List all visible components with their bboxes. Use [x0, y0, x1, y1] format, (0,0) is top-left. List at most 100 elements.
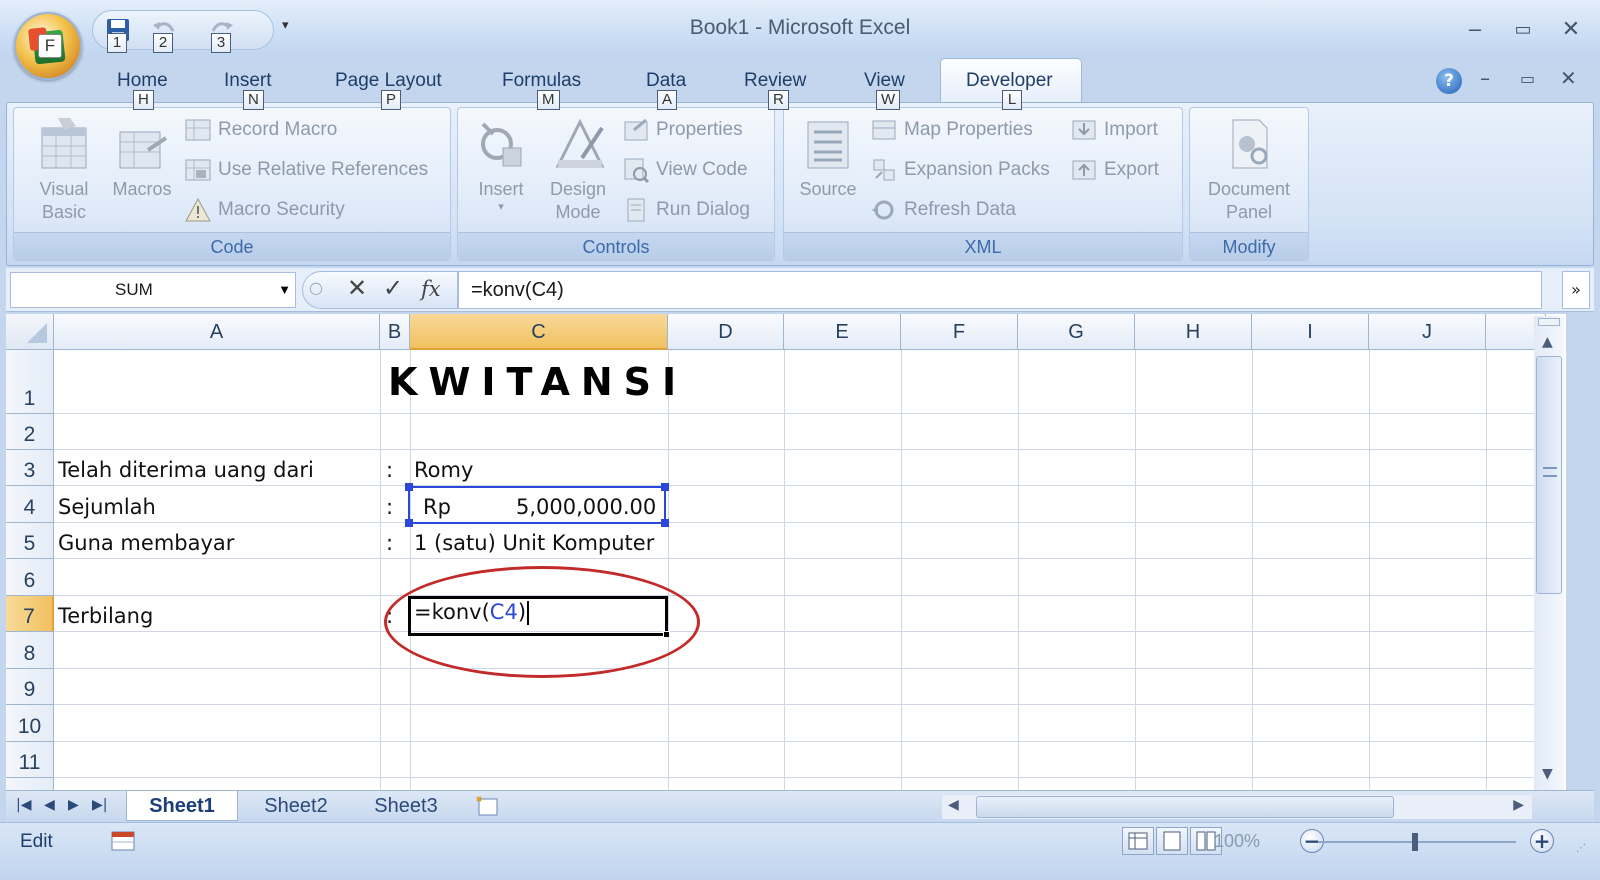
prev-sheet-icon[interactable]: ◀ — [44, 797, 55, 813]
refresh-data-button[interactable]: Refresh Data — [870, 194, 1016, 226]
cell-c3[interactable]: Romy — [414, 450, 473, 486]
enter-entry-icon[interactable]: ✓ — [383, 274, 403, 302]
insert-function-icon[interactable]: fx — [421, 277, 441, 301]
row-header-3[interactable]: 3 — [6, 450, 54, 486]
split-box[interactable] — [1538, 318, 1560, 326]
column-header-c[interactable]: C — [410, 314, 668, 350]
use-relative-references-button[interactable]: Use Relative References — [184, 154, 428, 186]
office-button[interactable]: F — [14, 12, 82, 80]
cell-a3[interactable]: Telah diterima uang dari — [58, 450, 314, 486]
row-header-11[interactable]: 11 — [6, 742, 54, 778]
first-sheet-icon[interactable]: |◀ — [16, 797, 31, 813]
cell-b4[interactable]: : — [386, 486, 393, 523]
doc-minimize-button[interactable]: – — [1480, 66, 1490, 90]
name-box[interactable]: SUM ▼ — [10, 272, 296, 308]
help-icon[interactable]: ? — [1436, 68, 1462, 94]
tab-sheet1[interactable]: Sheet1 — [126, 791, 238, 821]
row-header-8[interactable]: 8 — [6, 632, 54, 669]
close-button[interactable]: ✕ — [1556, 16, 1586, 42]
column-header-j[interactable]: J — [1369, 314, 1486, 350]
row-header-7[interactable]: 7 — [6, 596, 54, 632]
scroll-up-icon[interactable]: ▲ — [1542, 334, 1553, 350]
name-box-dropdown-icon[interactable]: ▼ — [278, 273, 291, 307]
macro-security-button[interactable]: Macro Security — [184, 194, 345, 226]
macro-record-icon[interactable] — [110, 829, 138, 853]
design-mode-button[interactable]: Design Mode — [538, 114, 618, 224]
resize-handle[interactable] — [661, 483, 669, 491]
tab-sheet2[interactable]: Sheet2 — [244, 791, 348, 821]
column-header-g[interactable]: G — [1018, 314, 1135, 350]
scroll-left-icon[interactable]: ◀ — [948, 797, 959, 813]
tab-home[interactable]: Home — [117, 70, 168, 92]
run-dialog-button[interactable]: Run Dialog — [622, 194, 750, 226]
row-header-12[interactable] — [6, 778, 54, 790]
column-header-f[interactable]: F — [901, 314, 1018, 350]
tab-page-layout[interactable]: Page Layout — [335, 70, 442, 92]
tab-view[interactable]: View — [864, 70, 905, 92]
resize-handle[interactable] — [405, 519, 413, 527]
select-all-button[interactable] — [6, 314, 54, 350]
page-layout-view-button[interactable] — [1156, 827, 1188, 855]
view-code-button[interactable]: View Code — [622, 154, 748, 186]
expansion-packs-button[interactable]: Expansion Packs — [870, 154, 1050, 186]
doc-restore-button[interactable]: ▭ — [1520, 69, 1535, 88]
cell-b5[interactable]: : — [386, 523, 393, 559]
maximize-button[interactable]: ▭ — [1508, 16, 1538, 42]
cell-a5[interactable]: Guna membayar — [58, 523, 234, 559]
tab-formulas[interactable]: Formulas — [502, 70, 581, 92]
row-header-4[interactable]: 4 — [6, 486, 54, 523]
doc-close-button[interactable]: ✕ — [1560, 66, 1577, 90]
row-header-10[interactable]: 10 — [6, 705, 54, 742]
cell-a4[interactable]: Sejumlah — [58, 486, 156, 523]
tab-developer[interactable]: Developer — [966, 70, 1053, 92]
expand-formula-bar-icon[interactable]: » — [1562, 271, 1590, 309]
zoom-in-icon[interactable]: + — [1530, 829, 1554, 853]
column-header-i[interactable]: I — [1252, 314, 1369, 350]
scroll-down-icon[interactable]: ▼ — [1542, 766, 1553, 782]
resize-handle[interactable] — [661, 519, 669, 527]
scroll-right-icon[interactable]: ▶ — [1513, 797, 1524, 813]
horizontal-scroll-thumb[interactable] — [976, 796, 1394, 818]
document-panel-button[interactable]: Document Panel — [1194, 114, 1304, 224]
normal-view-button[interactable] — [1122, 827, 1154, 855]
next-sheet-icon[interactable]: ▶ — [68, 797, 79, 813]
vertical-scroll-thumb[interactable] — [1536, 356, 1562, 594]
map-properties-button[interactable]: Map Properties — [870, 114, 1033, 146]
row-header-1[interactable]: 1 — [6, 350, 54, 414]
resize-grip-icon[interactable]: ⋰ — [1576, 843, 1586, 854]
last-sheet-icon[interactable]: ▶| — [92, 797, 107, 813]
visual-basic-button[interactable]: Visual Basic — [22, 114, 106, 224]
record-macro-button[interactable]: Record Macro — [184, 114, 337, 146]
insert-sheet-button[interactable] — [464, 791, 508, 821]
row-header-9[interactable]: 9 — [6, 669, 54, 705]
tab-review[interactable]: Review — [744, 70, 806, 92]
resize-handle[interactable] — [405, 483, 413, 491]
insert-control-button[interactable]: Insert ▾ — [466, 114, 536, 213]
vertical-scrollbar[interactable]: ▲ ▼ — [1534, 316, 1564, 790]
cell-c5[interactable]: 1 (satu) Unit Komputer — [414, 523, 654, 559]
row-header-2[interactable]: 2 — [6, 414, 54, 450]
column-header-h[interactable]: H — [1135, 314, 1252, 350]
cell-a7[interactable]: Terbilang — [58, 596, 153, 632]
row-header-6[interactable]: 6 — [6, 559, 54, 596]
column-header-e[interactable]: E — [784, 314, 901, 350]
import-button[interactable]: Import — [1070, 114, 1158, 146]
row-header-5[interactable]: 5 — [6, 523, 54, 559]
zoom-slider-thumb[interactable] — [1412, 833, 1418, 851]
tab-insert[interactable]: Insert — [224, 70, 272, 92]
column-header-d[interactable]: D — [668, 314, 784, 350]
tab-data[interactable]: Data — [646, 70, 686, 92]
zoom-level[interactable]: 100% — [1214, 831, 1260, 852]
cell-b1-title[interactable]: KWITANSI — [388, 360, 687, 404]
macros-button[interactable]: Macros — [102, 114, 182, 201]
minimize-button[interactable]: – — [1460, 16, 1490, 42]
column-header-b[interactable]: B — [380, 314, 410, 350]
horizontal-scrollbar[interactable]: ◀ ▶ — [942, 795, 1532, 819]
tab-sheet3[interactable]: Sheet3 — [354, 791, 458, 821]
column-header-a[interactable]: A — [54, 314, 380, 350]
source-button[interactable]: Source — [788, 114, 868, 201]
cancel-entry-icon[interactable]: ✕ — [347, 274, 367, 302]
properties-button[interactable]: Properties — [622, 114, 743, 146]
cell-b3[interactable]: : — [386, 450, 393, 486]
formula-input[interactable]: =konv(C4) — [458, 271, 1542, 309]
